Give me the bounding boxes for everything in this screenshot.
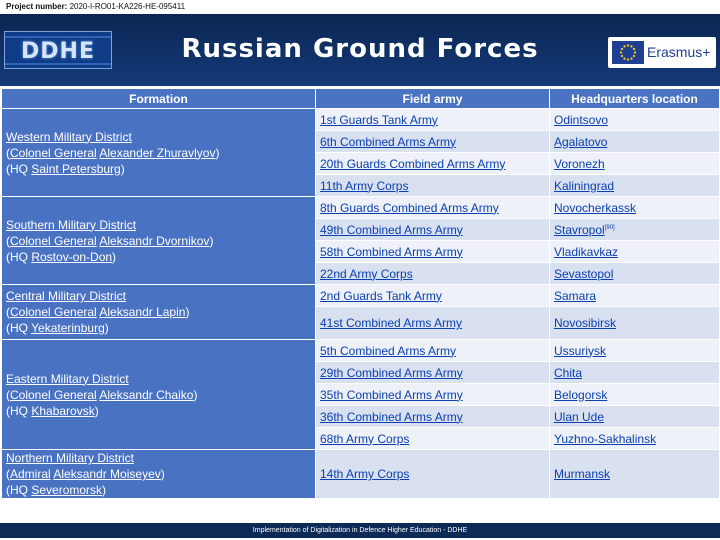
- column-header-hq-location: Headquarters location: [549, 88, 720, 109]
- army-link[interactable]: 20th Guards Combined Arms Army: [320, 157, 505, 171]
- army-link[interactable]: 29th Combined Arms Army: [320, 366, 463, 380]
- army-link[interactable]: 8th Guards Combined Arms Army: [320, 201, 499, 215]
- eu-flag-icon: [612, 41, 644, 64]
- rank-link[interactable]: Colonel General: [10, 146, 97, 160]
- hq-prefix: (HQ: [6, 403, 32, 418]
- commander-link[interactable]: Aleksandr Lapin: [99, 305, 185, 319]
- district-cell-southern: Southern Military District (Colonel Gene…: [1, 196, 316, 285]
- army-link[interactable]: 6th Combined Arms Army: [320, 135, 456, 149]
- district-cell-central: Central Military District (Colonel Gener…: [1, 284, 316, 340]
- hq-link[interactable]: Agalatovo: [554, 135, 607, 149]
- hq-prefix: (HQ: [6, 161, 32, 176]
- ground-forces-table: Formation Field army Headquarters locati…: [1, 88, 720, 499]
- hq-city-link[interactable]: Khabarovsk: [31, 404, 94, 418]
- table-row: Eastern Military District (Colonel Gener…: [1, 339, 720, 450]
- commander-link[interactable]: Aleksandr Moiseyev: [53, 467, 160, 481]
- slide-header: DDHE Russian Ground Forces Erasmus+: [0, 14, 720, 86]
- hq-link[interactable]: Sevastopol: [554, 267, 613, 281]
- rank-link[interactable]: Colonel General: [10, 305, 97, 319]
- rank-link[interactable]: Admiral: [10, 467, 51, 481]
- ddhe-logo: DDHE: [4, 31, 112, 69]
- army-link[interactable]: 22nd Army Corps: [320, 267, 413, 281]
- table-row: Southern Military District (Colonel Gene…: [1, 196, 720, 285]
- army-link[interactable]: 2nd Guards Tank Army: [320, 289, 442, 303]
- army-link[interactable]: 68th Army Corps: [320, 432, 409, 446]
- hq-link[interactable]: Ussuriysk: [554, 344, 606, 358]
- hq-link[interactable]: Chita: [554, 366, 582, 380]
- district-link[interactable]: Western Military District: [6, 130, 132, 144]
- district-link[interactable]: Eastern Military District: [6, 372, 129, 386]
- army-link[interactable]: 14th Army Corps: [320, 467, 409, 481]
- hq-city-link[interactable]: Severomorsk: [31, 483, 102, 497]
- army-link[interactable]: 1st Guards Tank Army: [320, 113, 438, 127]
- district-link[interactable]: Southern Military District: [6, 218, 136, 232]
- erasmus-logo-text: Erasmus+: [647, 44, 711, 60]
- hq-link[interactable]: Yuzhno-Sakhalinsk: [554, 432, 656, 446]
- district-cell-western: Western Military District (Colonel Gener…: [1, 108, 316, 197]
- erasmus-logo: Erasmus+: [608, 37, 716, 68]
- hq-link[interactable]: Stavropol: [554, 223, 605, 237]
- army-link[interactable]: 49th Combined Arms Army: [320, 223, 463, 237]
- hq-city-link[interactable]: Yekaterinburg: [31, 321, 105, 335]
- rank-link[interactable]: Colonel General: [10, 234, 97, 248]
- district-link[interactable]: Central Military District: [6, 289, 126, 303]
- table-row: Northern Military District (Admiral Alek…: [1, 449, 720, 499]
- ddhe-logo-text: DDHE: [21, 39, 95, 64]
- project-number-label: Project number:: [6, 2, 68, 11]
- hq-link[interactable]: Kaliningrad: [554, 179, 614, 193]
- hq-city-link[interactable]: Saint Petersburg: [31, 162, 120, 176]
- hq-link[interactable]: Ulan Ude: [554, 410, 604, 424]
- army-link[interactable]: 11th Army Corps: [320, 179, 408, 193]
- army-link[interactable]: 5th Combined Arms Army: [320, 344, 456, 358]
- army-link[interactable]: 35th Combined Arms Army: [320, 388, 463, 402]
- commander-link[interactable]: Aleksandr Dvornikov: [99, 234, 209, 248]
- table-row: Central Military District (Colonel Gener…: [1, 284, 720, 340]
- army-link[interactable]: 58th Combined Arms Army: [320, 245, 463, 259]
- hq-link[interactable]: Vladikavkaz: [554, 245, 618, 259]
- hq-prefix: (HQ: [6, 483, 32, 497]
- commander-link[interactable]: Alexander Zhuravlyov: [99, 146, 215, 160]
- rank-link[interactable]: Colonel General: [10, 388, 97, 402]
- hq-link[interactable]: Novosibirsk: [554, 316, 616, 330]
- hq-prefix: (HQ: [6, 249, 32, 264]
- hq-link[interactable]: Samara: [554, 289, 596, 303]
- hq-prefix: (HQ: [6, 321, 32, 335]
- page-title: Russian Ground Forces: [181, 34, 539, 64]
- hq-link[interactable]: Novocherkassk: [554, 201, 636, 215]
- hq-city-link[interactable]: Rostov-on-Don: [31, 250, 112, 264]
- column-header-formation: Formation: [1, 88, 316, 109]
- hq-link[interactable]: Odintsovo: [554, 113, 608, 127]
- district-cell-eastern: Eastern Military District (Colonel Gener…: [1, 339, 316, 450]
- slide-footer: Implementation of Digitalization in Defe…: [0, 523, 720, 538]
- hq-link[interactable]: Voronezh: [554, 157, 605, 171]
- commander-link[interactable]: Aleksandr Chaiko: [99, 388, 193, 402]
- table-row: Western Military District (Colonel Gener…: [1, 108, 720, 197]
- district-cell-northern: Northern Military District (Admiral Alek…: [1, 449, 316, 499]
- hq-link[interactable]: Belogorsk: [554, 388, 607, 402]
- district-link[interactable]: Northern Military District: [6, 451, 134, 465]
- table-header-row: Formation Field army Headquarters locati…: [1, 88, 720, 109]
- hq-link[interactable]: Murmansk: [554, 467, 610, 481]
- project-number-bar: Project number: 2020-I-RO01-KA226-HE-095…: [0, 0, 720, 14]
- army-link[interactable]: 36th Combined Arms Army: [320, 410, 463, 424]
- army-link[interactable]: 41st Combined Arms Army: [320, 316, 462, 330]
- citation-note[interactable]: [90]: [605, 225, 615, 231]
- project-number-value: 2020-I-RO01-KA226-HE-095411: [69, 2, 186, 11]
- column-header-field-army: Field army: [315, 88, 550, 109]
